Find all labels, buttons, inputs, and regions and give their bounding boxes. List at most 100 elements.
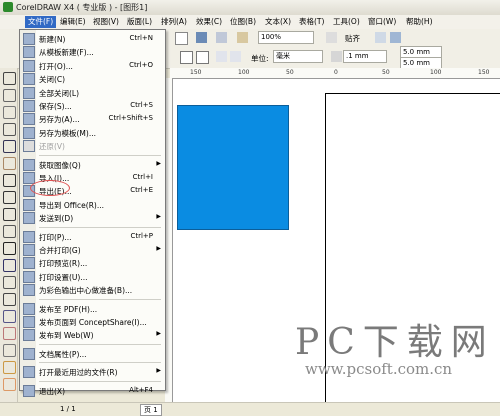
outline-tool-icon[interactable]: [3, 344, 16, 357]
file-menu-item[interactable]: 从模板新建(F)...: [20, 45, 165, 59]
file-menu-item[interactable]: 另存为模板(M)...: [20, 126, 165, 139]
units-select[interactable]: 毫米: [273, 50, 323, 63]
welcome-icon[interactable]: [237, 32, 248, 43]
file-menu-item[interactable]: 打开最近用过的文件(R) ▶: [20, 365, 165, 379]
coreldraw-app-icon: [3, 2, 13, 12]
file-menu-item[interactable]: 另存为(A)... Ctrl+Shift+S: [20, 112, 165, 126]
snap-label[interactable]: 贴齐: [345, 33, 360, 44]
file-menu-item[interactable]: 打印设置(U)...: [20, 270, 165, 283]
file-menu-item[interactable]: 关闭(C): [20, 72, 165, 86]
polygon-tool-icon[interactable]: [3, 208, 16, 221]
current-page-icon[interactable]: [230, 51, 241, 62]
eyedropper-tool-icon[interactable]: [3, 327, 16, 340]
file-menu-item[interactable]: 为彩色输出中心做准备(B)...: [20, 283, 165, 297]
file-menu-item[interactable]: 发布页面到 ConceptShare(I)...: [20, 315, 165, 328]
vertical-ruler[interactable]: [165, 78, 173, 402]
ellipse-tool-icon[interactable]: [3, 191, 16, 204]
menu-item-label: 合并打印(G): [39, 246, 81, 255]
menu-10[interactable]: 窗口(W): [365, 16, 399, 28]
file-menu-item[interactable]: 打印预览(R)...: [20, 256, 165, 270]
text-tool-icon[interactable]: [3, 242, 16, 255]
menu-separator: [39, 226, 161, 228]
nudge-input[interactable]: .1 mm: [343, 50, 387, 63]
menu-bar: 文件(F) 编辑(E) 视图(V) 版面(L) 排列(A) 效果(C) 位图(B) 文本(X)…: [0, 15, 500, 30]
menu-4[interactable]: 排列(A): [158, 16, 190, 28]
menu-item-shortcut: Ctrl+N: [129, 34, 153, 42]
close-all-icon: [23, 86, 35, 99]
menu-11[interactable]: 帮助(H): [403, 16, 436, 28]
fill-tool-icon[interactable]: [3, 361, 16, 374]
rectangle-tool-icon[interactable]: [3, 174, 16, 187]
blue-rectangle-shape[interactable]: [177, 105, 289, 230]
file-menu-item[interactable]: 文档属性(P)...: [20, 347, 165, 360]
crop-tool-icon[interactable]: [3, 106, 16, 119]
print-merge-icon: [23, 244, 35, 256]
menu-item-label: 全部关闭(L): [39, 88, 80, 98]
menu-item-label: 发布到 Web(W): [39, 331, 94, 341]
table-tool-icon[interactable]: [3, 259, 16, 272]
page-tab[interactable]: 页 1: [140, 404, 162, 416]
menu-item-shortcut: Alt+F4: [129, 385, 153, 394]
menu-6[interactable]: 位图(B): [227, 16, 259, 28]
units-label: 单位:: [251, 54, 269, 63]
file-menu-item[interactable]: 打印(P)... Ctrl+P: [20, 230, 165, 243]
file-menu-item[interactable]: 导出到 Office(R)...: [20, 198, 165, 211]
blend-tool-icon[interactable]: [3, 310, 16, 323]
export-pdf-icon[interactable]: [196, 32, 207, 43]
file-menu-item[interactable]: 新建(N) Ctrl+N: [20, 32, 165, 45]
menu-item-label: 新建(N): [39, 35, 66, 44]
save-icon: [23, 100, 35, 112]
file-menu-item[interactable]: 发送到(D) ▶: [20, 211, 165, 225]
file-menu-item[interactable]: 保存(S)... Ctrl+S: [20, 99, 165, 112]
shape-tool-icon[interactable]: [3, 89, 16, 102]
file-menu-item[interactable]: 发布到 Web(W) ▶: [20, 328, 165, 342]
menu-0[interactable]: 文件(F): [25, 16, 57, 28]
menu-item-label: 导出到 Office(R)...: [39, 200, 104, 210]
interactive-fill-icon[interactable]: [3, 378, 16, 391]
file-menu-item: 还原(V): [20, 139, 165, 153]
connector-tool-icon[interactable]: [3, 293, 16, 306]
menu-2[interactable]: 视图(V): [90, 16, 122, 28]
horizontal-ruler[interactable]: 150 100 50 0 50 100 150: [170, 68, 500, 79]
portrait-icon[interactable]: [180, 51, 193, 64]
all-pages-icon[interactable]: [216, 51, 227, 62]
menu-9[interactable]: 工具(O): [330, 16, 363, 28]
dimension-tool-icon[interactable]: [3, 276, 16, 289]
launch-icon[interactable]: [390, 32, 401, 43]
app-launcher-icon[interactable]: [216, 32, 227, 43]
snap-icon[interactable]: [326, 32, 337, 43]
landscape-icon[interactable]: [196, 51, 209, 64]
menu-1[interactable]: 编辑(E): [57, 16, 89, 28]
menu-7[interactable]: 文本(X): [262, 16, 294, 28]
menu-separator: [39, 298, 161, 300]
menu-item-label: 退出(X): [39, 386, 65, 396]
zoom-select[interactable]: 100%: [258, 31, 314, 44]
file-menu-item[interactable]: 发布至 PDF(H)...: [20, 302, 165, 315]
menu-separator: [39, 380, 161, 382]
basic-shapes-icon[interactable]: [3, 225, 16, 238]
menu-item-shortcut: Ctrl+S: [130, 101, 153, 109]
menu-item-shortcut: Ctrl+E: [130, 186, 153, 195]
ruler-tick-label: 150: [478, 69, 490, 76]
file-menu-dropdown: 新建(N) Ctrl+N 从模板新建(F)... 打开(O)... Ctrl+O 关闭(C…: [19, 29, 166, 397]
page-counter: 1 / 1: [60, 405, 76, 413]
ruler-tick-label: 100: [238, 69, 250, 76]
pick-tool-icon[interactable]: [3, 72, 16, 85]
print-preview-icon: [23, 257, 35, 270]
menu-item-label: 打开(O)...: [39, 61, 73, 71]
freehand-tool-icon[interactable]: [3, 140, 16, 153]
options-icon[interactable]: [375, 32, 386, 43]
smart-fill-icon[interactable]: [3, 157, 16, 170]
menu-8[interactable]: 表格(T): [296, 16, 327, 28]
zoom-tool-icon[interactable]: [3, 123, 16, 136]
file-menu-item[interactable]: 全部关闭(L): [20, 86, 165, 99]
menu-separator: [39, 154, 161, 156]
print-icon[interactable]: [175, 32, 188, 45]
menu-item-label: 发布页面到 ConceptShare(I)...: [39, 318, 147, 327]
menu-5[interactable]: 效果(C): [193, 16, 225, 28]
menu-3[interactable]: 版面(L): [124, 16, 155, 28]
file-menu-item[interactable]: 退出(X) Alt+F4: [20, 384, 165, 397]
file-menu-item[interactable]: 获取图像(Q) ▶: [20, 158, 165, 171]
file-menu-item[interactable]: 合并打印(G) ▶: [20, 243, 165, 256]
file-menu-item[interactable]: 打开(O)... Ctrl+O: [20, 59, 165, 72]
